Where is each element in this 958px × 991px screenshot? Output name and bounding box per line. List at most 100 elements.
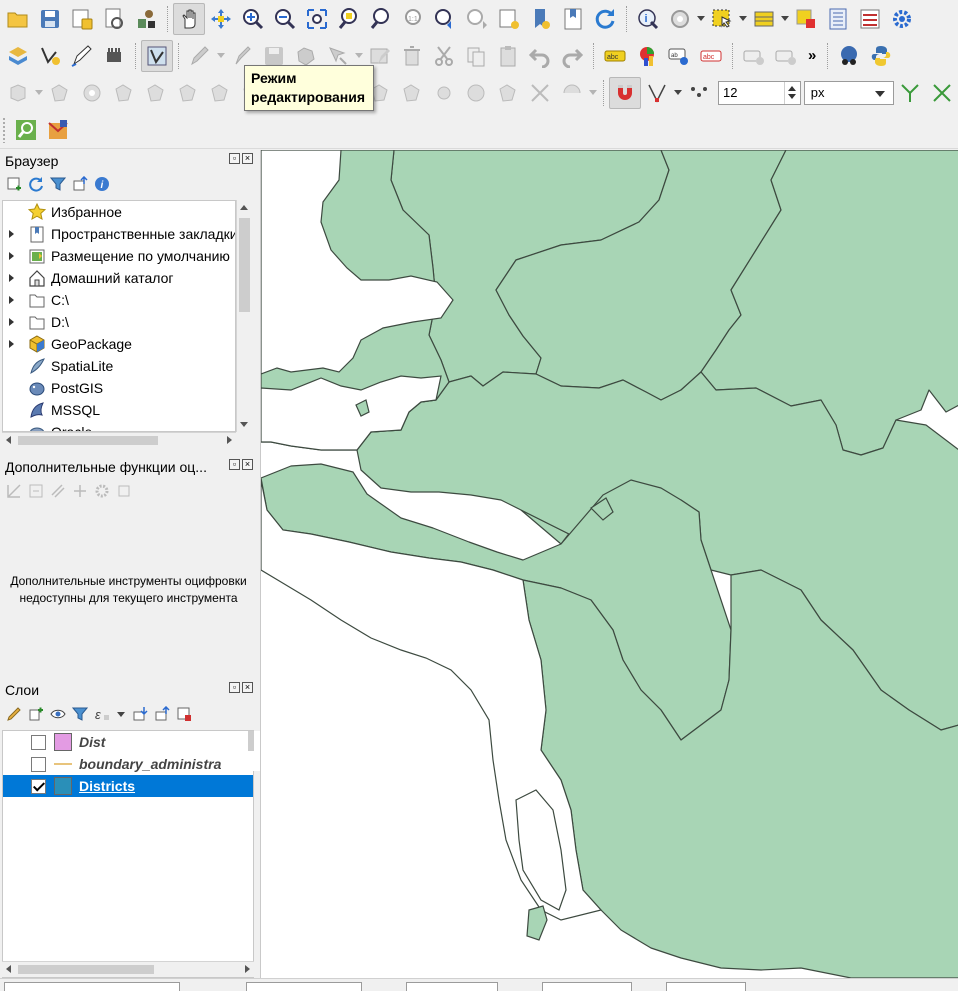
open-attribute-table-icon[interactable] [748, 3, 780, 35]
snapping-magnet-icon[interactable] [609, 76, 641, 109]
browser-item[interactable]: C:\ [3, 289, 235, 311]
browser-vscroll[interactable] [236, 200, 252, 432]
expand-arrow-icon[interactable] [3, 252, 19, 260]
scroll-right-icon[interactable] [227, 436, 232, 444]
zoom-to-layer-icon[interactable] [365, 3, 397, 35]
scroll-thumb[interactable] [18, 436, 158, 445]
browser-item[interactable]: D:\ [3, 311, 235, 333]
pin-labels-icon[interactable]: ab [663, 40, 695, 72]
data-source-manager-icon[interactable] [2, 40, 34, 72]
layer-visibility-checkbox[interactable] [31, 756, 46, 772]
toolbar-grip[interactable] [2, 116, 7, 143]
edit-pencil-icon[interactable] [184, 40, 216, 72]
diagram-icon[interactable] [631, 40, 663, 72]
bookmark-list-icon[interactable] [557, 3, 589, 35]
snap-units-select[interactable]: px [803, 80, 894, 105]
rotate-dropdown[interactable] [34, 90, 44, 95]
undo-icon[interactable] [524, 40, 556, 72]
remove-layer-icon[interactable] [176, 706, 192, 722]
scale-field[interactable] [406, 982, 498, 991]
label-icon[interactable]: abc [599, 40, 631, 72]
coordinate-field[interactable] [246, 982, 362, 991]
show-labels-icon[interactable]: abc [695, 40, 727, 72]
expand-arrow-icon[interactable] [3, 230, 19, 238]
map-canvas[interactable] [260, 150, 958, 978]
browser-item[interactable]: MSSQL [3, 399, 235, 421]
statistics-icon[interactable] [854, 3, 886, 35]
info-icon[interactable]: i [94, 176, 110, 192]
collapse-all-layers-icon[interactable] [154, 706, 170, 722]
layer-row[interactable]: Districts [3, 775, 253, 797]
settings-icon[interactable] [886, 3, 918, 35]
select-features-icon[interactable] [706, 3, 738, 35]
magnifier-field[interactable] [542, 982, 632, 991]
snap-tolerance-spinbox[interactable]: 12 [718, 80, 801, 105]
more-tools-button[interactable]: » [802, 47, 822, 64]
save-icon[interactable] [34, 3, 66, 35]
new-map-view-icon[interactable] [493, 3, 525, 35]
gps-icon[interactable] [98, 40, 130, 72]
print-layout-icon[interactable] [98, 3, 130, 35]
delete-icon[interactable] [396, 40, 428, 72]
snap-intersection-icon[interactable] [894, 77, 926, 109]
zoom-native-icon[interactable]: 1:1 [397, 3, 429, 35]
field-calculator-icon[interactable] [822, 3, 854, 35]
delete-ring-icon[interactable] [172, 77, 204, 109]
rotate-feature-icon[interactable] [2, 77, 34, 109]
attribute-dropdown[interactable] [780, 16, 790, 21]
refresh-icon[interactable] [589, 3, 621, 35]
map-districts[interactable] [261, 150, 958, 978]
spinbox-arrows[interactable] [783, 81, 800, 104]
delete-part-icon[interactable] [204, 77, 236, 109]
scroll-left-icon[interactable] [6, 965, 11, 973]
expand-arrow-icon[interactable] [3, 274, 19, 282]
clear-selection-icon[interactable] [790, 3, 822, 35]
rotate-point-icon[interactable] [428, 77, 460, 109]
browser-hscroll[interactable] [2, 432, 236, 448]
scroll-thumb[interactable] [239, 218, 250, 312]
plugin-tool-icon[interactable] [42, 114, 74, 146]
scroll-right-icon[interactable] [245, 965, 250, 973]
digitize-icon[interactable] [66, 40, 98, 72]
float-panel-icon[interactable]: ▫ [229, 153, 240, 164]
layer-row[interactable]: boundary_administra [3, 753, 253, 775]
expand-arrow-icon[interactable] [3, 318, 19, 326]
collapse-all-icon[interactable] [72, 176, 88, 192]
zoom-to-selection-icon[interactable] [333, 3, 365, 35]
extra-edit-icon[interactable] [492, 77, 524, 109]
browser-item[interactable]: GeoPackage [3, 333, 235, 355]
move-label-icon[interactable] [738, 40, 770, 72]
browser-item[interactable]: Размещение по умолчанию [3, 245, 235, 267]
expand-arrow-icon[interactable] [3, 296, 19, 304]
add-ring-icon[interactable] [76, 77, 108, 109]
pan-to-selection-icon[interactable] [205, 3, 237, 35]
browser-item[interactable]: PostGIS [3, 377, 235, 399]
trim-extend-icon[interactable] [524, 77, 556, 109]
bookmark-icon[interactable] [525, 3, 557, 35]
browser-item[interactable]: Избранное [3, 201, 235, 223]
shape-dropdown[interactable] [588, 90, 598, 95]
browser-item[interactable]: Пространственные закладки [3, 223, 235, 245]
shape-tool-icon[interactable] [556, 77, 588, 109]
ring-tool-icon[interactable] [460, 77, 492, 109]
snap-mode-dropdown[interactable] [673, 90, 683, 95]
zoom-full-icon[interactable] [301, 3, 333, 35]
add-group-icon[interactable] [28, 706, 44, 722]
expand-arrow-icon[interactable] [3, 340, 19, 348]
browser-item[interactable]: SpatiaLite [3, 355, 235, 377]
scroll-down-icon[interactable] [240, 422, 248, 427]
python-icon[interactable] [865, 40, 897, 72]
vertex-dropdown[interactable] [354, 53, 364, 58]
copy-icon[interactable] [460, 40, 492, 72]
close-panel-icon[interactable]: × [242, 459, 253, 470]
layer-visibility-checkbox[interactable] [31, 734, 46, 750]
zoom-last-icon[interactable] [429, 3, 461, 35]
simplify-icon[interactable] [44, 77, 76, 109]
expand-all-icon[interactable] [132, 706, 148, 722]
rotation-field[interactable] [666, 982, 746, 991]
close-panel-icon[interactable]: × [242, 153, 253, 164]
layer-row[interactable]: Dist [3, 731, 253, 753]
refresh-browser-icon[interactable] [28, 176, 44, 192]
add-selected-layers-icon[interactable] [6, 176, 22, 192]
style-manager-icon[interactable] [6, 706, 22, 722]
